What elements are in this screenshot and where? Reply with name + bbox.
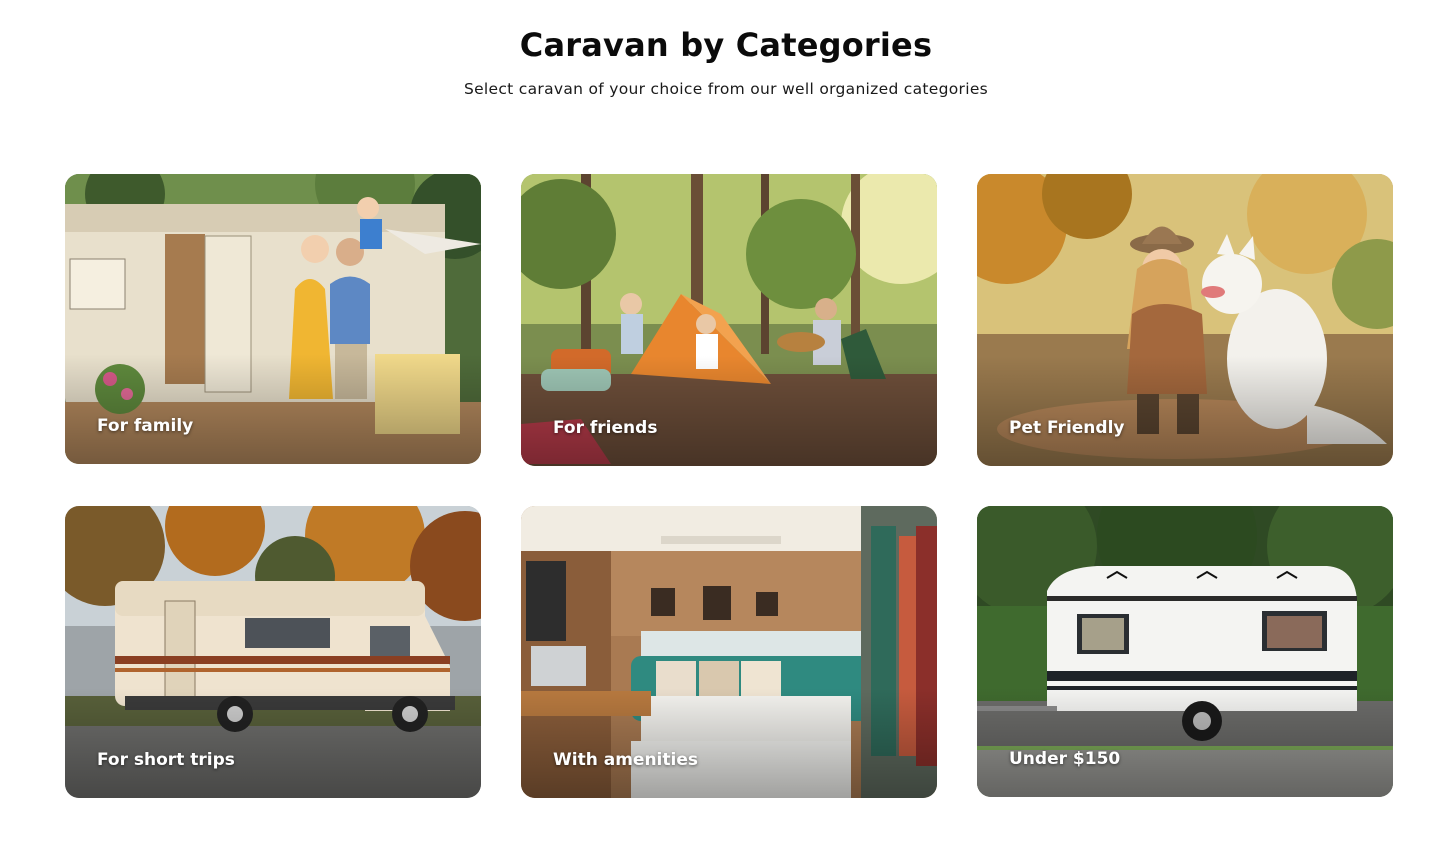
category-card-pet-friendly[interactable]: Pet Friendly	[977, 174, 1393, 466]
label-shade	[65, 688, 481, 798]
category-label: Under $150	[1009, 749, 1121, 769]
section-title: Caravan by Categories	[519, 26, 933, 64]
category-grid: For family For friends Pet Friendly For …	[65, 174, 1393, 798]
category-label: Pet Friendly	[1009, 418, 1125, 438]
category-card-under-150[interactable]: Under $150	[977, 506, 1393, 797]
category-card-friends[interactable]: For friends	[521, 174, 937, 466]
category-label: With amenities	[553, 750, 698, 770]
label-shade	[65, 354, 481, 464]
section-subtitle: Select caravan of your choice from our w…	[463, 80, 989, 98]
category-card-amenities[interactable]: With amenities	[521, 506, 937, 798]
category-card-short-trips[interactable]: For short trips	[65, 506, 481, 798]
category-label: For family	[97, 416, 194, 436]
label-shade	[977, 356, 1393, 466]
label-shade	[521, 356, 937, 466]
category-label: For short trips	[97, 750, 235, 770]
category-label: For friends	[553, 418, 658, 438]
label-shade	[977, 687, 1393, 797]
label-shade	[521, 688, 937, 798]
category-card-family[interactable]: For family	[65, 174, 481, 464]
